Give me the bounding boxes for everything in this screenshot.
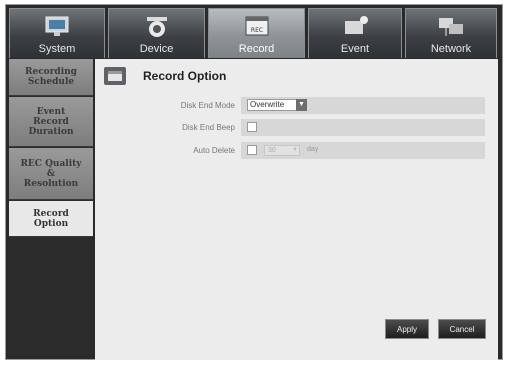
disk-end-mode-field: Overwrite ▼ xyxy=(241,97,485,114)
auto-delete-field: 30 ▼ day xyxy=(241,142,485,159)
network-icon xyxy=(439,18,463,36)
sidebar-item-event-record-duration[interactable]: Event Record Duration xyxy=(9,97,93,147)
sidebar-item-label: REC Quality & Resolution xyxy=(20,158,82,189)
tab-label: Record xyxy=(238,43,275,55)
cancel-button[interactable]: Cancel xyxy=(438,319,486,339)
event-icon xyxy=(345,16,368,34)
disk-end-beep-label: Disk End Beep xyxy=(182,123,235,132)
auto-delete-unit: day xyxy=(307,146,319,153)
auto-delete-checkbox[interactable] xyxy=(247,145,257,155)
disk-end-beep-checkbox[interactable] xyxy=(247,122,257,132)
auto-delete-label: Auto Delete xyxy=(193,146,235,155)
tab-system[interactable]: System xyxy=(9,8,105,58)
svg-text:REC: REC xyxy=(250,27,262,34)
page-title: Record Option xyxy=(143,69,227,83)
disk-end-mode-row: Disk End Mode Overwrite ▼ xyxy=(135,97,485,114)
disk-end-beep-field xyxy=(241,119,485,136)
auto-delete-days-value: 30 xyxy=(268,147,276,154)
tab-label: Event xyxy=(340,43,370,55)
tab-record[interactable]: REC Record xyxy=(208,8,305,58)
apply-button[interactable]: Apply xyxy=(385,319,429,339)
sidebar-item-rec-quality-resolution[interactable]: REC Quality & Resolution xyxy=(9,148,93,200)
disk-end-mode-value: Overwrite xyxy=(250,100,285,109)
tab-label: Network xyxy=(430,43,472,55)
record-option-icon xyxy=(104,67,126,85)
rec-icon: REC xyxy=(245,16,268,36)
sidebar-item-record-option[interactable]: Record Option xyxy=(9,201,93,237)
chevron-down-icon: ▼ xyxy=(296,99,307,111)
sidebar-item-label: Record Option xyxy=(33,208,69,229)
tab-network[interactable]: Network xyxy=(405,8,497,58)
auto-delete-row: Auto Delete 30 ▼ day xyxy=(135,142,485,159)
tab-label: System xyxy=(38,43,76,55)
disk-end-beep-row: Disk End Beep xyxy=(135,119,485,136)
tab-device[interactable]: Device xyxy=(108,8,205,58)
chevron-down-icon: ▼ xyxy=(292,147,298,153)
top-tab-bar: System Device REC Record Event Network xyxy=(5,4,497,58)
camera-icon xyxy=(146,17,167,37)
sidebar-item-label: Recording Schedule xyxy=(25,67,77,87)
tab-label: Device xyxy=(139,43,174,55)
monitor-icon xyxy=(45,16,69,36)
disk-end-mode-select[interactable]: Overwrite ▼ xyxy=(247,99,307,111)
sidebar: Recording Schedule Event Record Duration… xyxy=(9,59,93,355)
record-option-panel: Record Option Disk End Mode Overwrite ▼ … xyxy=(95,59,498,360)
disk-end-mode-label: Disk End Mode xyxy=(180,101,235,110)
auto-delete-days-select[interactable]: 30 ▼ xyxy=(264,145,300,156)
tab-event[interactable]: Event xyxy=(308,8,402,58)
sidebar-item-recording-schedule[interactable]: Recording Schedule xyxy=(9,59,93,96)
sidebar-item-label: Event Record Duration xyxy=(28,106,74,137)
